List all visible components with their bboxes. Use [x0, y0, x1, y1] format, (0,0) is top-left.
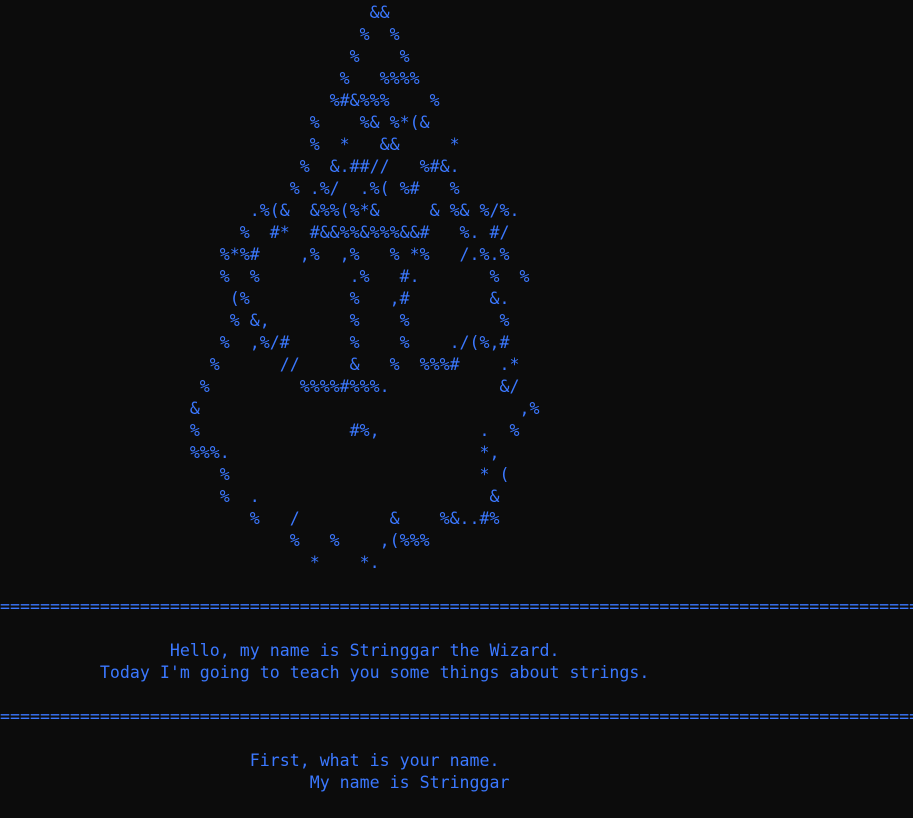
- prompt-question: First, what is your name.: [0, 751, 500, 770]
- greeting-line: Today I'm going to teach you some things…: [0, 663, 650, 682]
- user-input-line[interactable]: My name is Stringgar: [0, 772, 510, 794]
- console-window[interactable]: && % % % % % %%%% %#&%%% % % %& %*(& % *…: [0, 0, 913, 818]
- divider-line: ========================================…: [0, 597, 913, 616]
- ascii-art-wizard-hat: && % % % % % %%%% %#&%%% % % %& %*(& % *…: [189, 3, 540, 572]
- greeting-line: Hello, my name is Stringgar the Wizard.: [0, 641, 560, 660]
- divider-line: ========================================…: [0, 707, 913, 726]
